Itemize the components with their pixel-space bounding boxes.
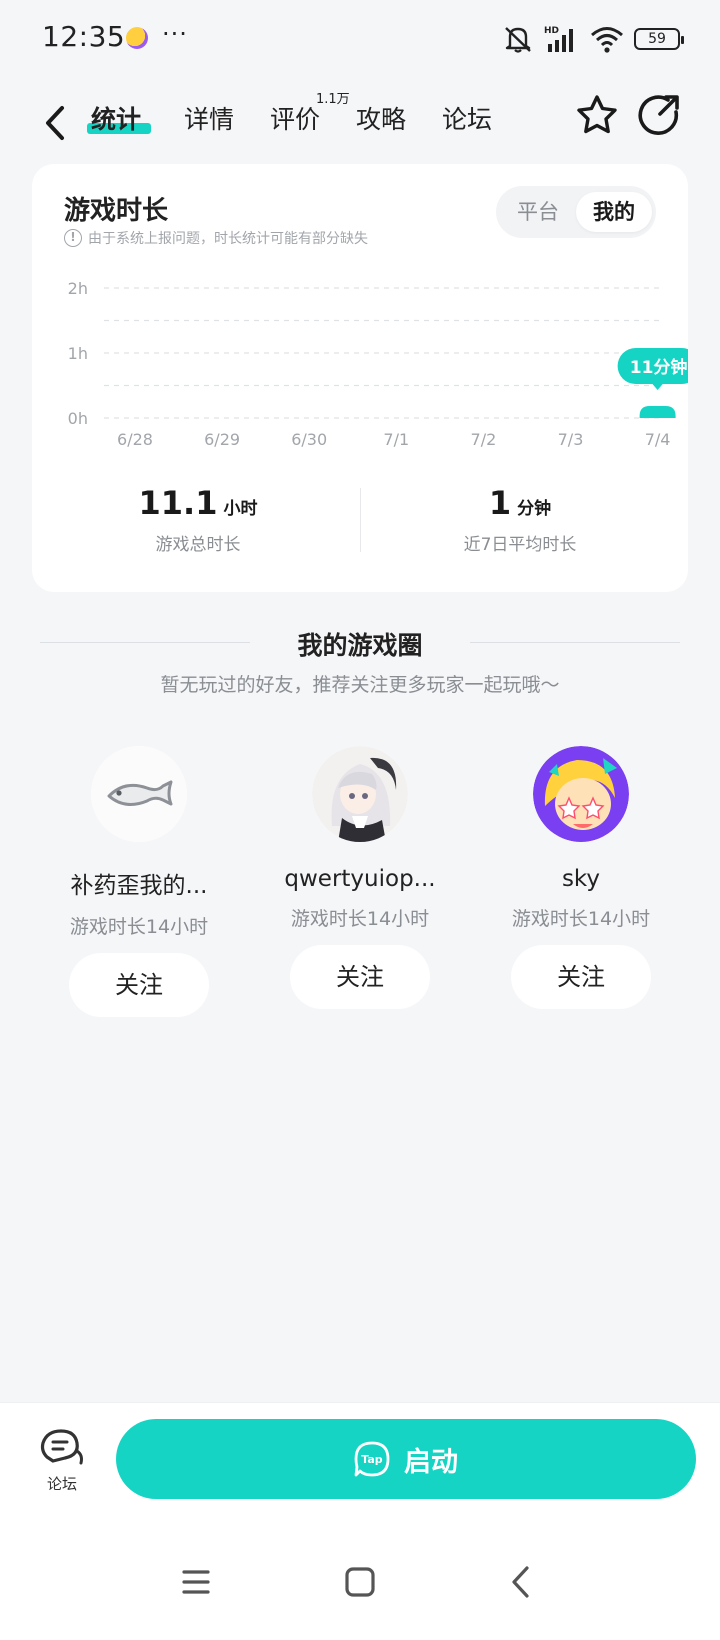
y-tick-label: 0h <box>68 409 88 428</box>
review-count-badge: 1.1万 <box>316 92 350 107</box>
tab-guides[interactable]: 攻略 <box>356 100 406 136</box>
average-playtime: 1 分钟 近7日平均时长 <box>370 484 670 555</box>
system-back-icon[interactable] <box>502 1562 542 1602</box>
x-tick-label: 7/1 <box>383 430 409 449</box>
tab-details[interactable]: 详情 <box>184 100 234 136</box>
friend-name: qwertyuiop... <box>284 866 436 892</box>
average-playtime-value: 1 <box>488 484 512 522</box>
hd-signal-icon: HD <box>544 26 573 52</box>
mute-icon <box>505 27 531 53</box>
playtime-chart: 2h 1h 0h 6/28 6/29 6/30 7/1 7/2 7/3 7/4 11分钟 <box>68 279 688 449</box>
friend-card: qwertyuiop... 游戏时长14小时 关注 <box>260 746 460 1009</box>
friend-card: sky 游戏时长14小时 关注 <box>481 746 681 1009</box>
share-icon[interactable] <box>636 92 682 138</box>
tab-reviews[interactable]: 评价 <box>270 100 320 136</box>
value-tooltip-label: 11分钟 <box>630 357 688 378</box>
forum-button[interactable]: 论坛 <box>36 1427 88 1494</box>
wifi-icon <box>591 27 623 53</box>
friend-playtime: 游戏时长14小时 <box>290 908 430 930</box>
favorite-star-icon[interactable] <box>574 92 620 138</box>
follow-button[interactable]: 关注 <box>511 945 651 1009</box>
top-nav: 统计 详情 评价 1.1万 攻略 论坛 <box>0 80 720 170</box>
x-tick-label: 7/2 <box>471 430 497 449</box>
svg-text:HD: HD <box>544 26 559 36</box>
forum-label: 论坛 <box>46 1475 77 1493</box>
x-tick-label: 7/3 <box>558 430 584 449</box>
average-playtime-label: 近7日平均时长 <box>463 535 577 555</box>
launch-button[interactable]: Tap 启动 <box>116 1419 696 1499</box>
status-bar: 12:35 ··· HD 59 <box>0 0 720 80</box>
total-playtime-unit: 小时 <box>223 499 258 519</box>
menu-icon[interactable] <box>176 1562 216 1602</box>
tab-stats[interactable]: 统计 <box>91 100 141 136</box>
value-tooltip-pointer <box>651 383 664 390</box>
anime-girl-avatar[interactable] <box>312 746 408 842</box>
home-icon[interactable] <box>340 1562 380 1602</box>
total-playtime-label: 游戏总时长 <box>155 535 241 555</box>
x-tick-label: 6/28 <box>117 430 153 449</box>
follow-button[interactable]: 关注 <box>69 953 209 1017</box>
status-time: 12:35 <box>42 20 126 53</box>
y-tick-label: 1h <box>68 344 88 363</box>
x-tick-label: 7/4 <box>645 430 671 449</box>
app-notification-icon <box>126 27 148 49</box>
tap-logo-icon: Tap <box>354 1441 390 1477</box>
bottom-action-bar: 论坛 Tap 启动 <box>0 1402 720 1524</box>
playtime-card: 游戏时长 ! 由于系统上报问题，时长统计可能有部分缺失 平台 我的 2h 1h 0h… <box>32 164 688 592</box>
friend-playtime: 游戏时长14小时 <box>69 916 209 938</box>
friend-playtime: 游戏时长14小时 <box>511 908 651 930</box>
game-circle-title: 我的游戏圈 <box>297 631 423 660</box>
friend-name: sky <box>561 866 601 892</box>
battery-icon: 59 <box>634 28 684 50</box>
status-icons: HD 59 <box>502 22 684 56</box>
game-circle-subtitle: 暂无玩过的好友，推荐关注更多玩家一起玩哦～ <box>160 674 560 696</box>
stats-divider <box>360 488 361 552</box>
friend-name: 补药歪我的... <box>70 873 208 899</box>
average-playtime-unit: 分钟 <box>517 499 552 519</box>
back-icon[interactable] <box>36 98 76 148</box>
game-circle-header: 我的游戏圈 <box>40 624 680 664</box>
system-navigation-bar <box>0 1524 720 1640</box>
tap-logo-text: Tap <box>361 1453 383 1466</box>
launch-label: 启动 <box>404 1446 458 1478</box>
y-tick-label: 2h <box>68 279 88 298</box>
follow-button[interactable]: 关注 <box>290 945 430 1009</box>
chart-bar <box>639 406 676 418</box>
x-tick-label: 6/29 <box>204 430 240 449</box>
fish-avatar[interactable] <box>91 746 187 842</box>
total-playtime-value: 11.1 <box>138 484 218 522</box>
status-more-indicator: ··· <box>162 20 188 48</box>
star-eyes-avatar[interactable] <box>533 746 629 842</box>
x-tick-label: 6/30 <box>291 430 327 449</box>
total-playtime: 11.1 小时 游戏总时长 <box>48 484 348 555</box>
forum-chat-icon <box>40 1429 83 1465</box>
tab-forum[interactable]: 论坛 <box>442 100 492 136</box>
friend-card: 补药歪我的... 游戏时长14小时 关注 <box>39 746 239 1017</box>
playtime-stats: 11.1 小时 游戏总时长 1 分钟 近7日平均时长 <box>32 484 688 584</box>
